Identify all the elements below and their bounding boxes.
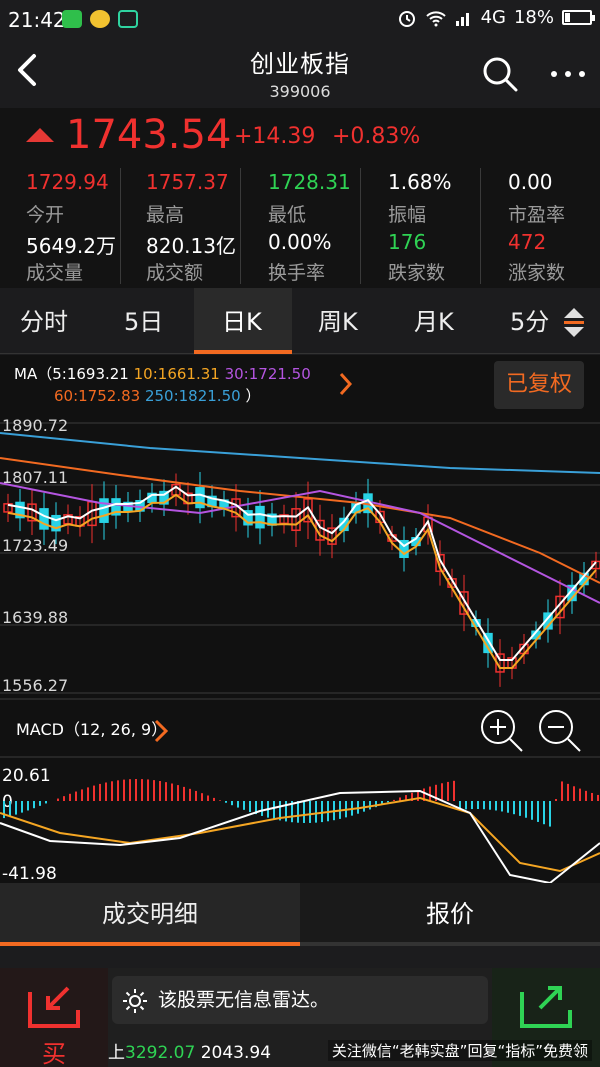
tab-daily-k[interactable]: 日K: [222, 302, 262, 337]
tab-monthly-k[interactable]: 月K: [414, 302, 454, 337]
search-icon[interactable]: [480, 54, 520, 94]
stat-value: 5649.2万: [26, 234, 116, 258]
stat-label: 跌家数: [388, 262, 446, 284]
tab-underline: [0, 942, 300, 946]
ma10-value: 10:1661.31: [133, 365, 220, 383]
sell-icon: [520, 986, 572, 1028]
watermark-text: 关注微信“老韩实盘”回复“指标”免费领: [327, 1040, 592, 1061]
network-type: 4G: [480, 7, 506, 28]
macd-axis-label: 20.61: [2, 766, 51, 786]
price-change: +14.39: [234, 124, 316, 149]
current-price: 1743.54: [66, 112, 232, 158]
tab-5min[interactable]: 5分: [510, 302, 549, 337]
zoom-in-icon: [490, 719, 523, 752]
stat-label: 今开: [26, 204, 65, 226]
battery-icon: [562, 10, 595, 25]
stat-label: 最低: [268, 204, 307, 226]
price-axis-label: 1723.49: [2, 536, 68, 555]
stat-value: 0.00: [508, 170, 553, 194]
detail-tabs: 成交明细 报价: [0, 883, 600, 949]
wechat-icon: [62, 10, 82, 28]
buy-icon: [28, 986, 80, 1028]
stat-value: 472: [508, 230, 547, 254]
kline-svg: 1890.72 1807.11 1723.49 1639.88 1556.27 MACD（…: [0, 416, 600, 883]
app-notification-icon: [90, 10, 110, 28]
ma60-value: 60:1752.83: [54, 387, 141, 405]
macd-axis-label: -41.98: [2, 864, 57, 883]
stat-label: 最高: [146, 204, 185, 226]
period-switch-icon[interactable]: [562, 306, 586, 338]
price-change-percent: +0.83%: [332, 124, 421, 149]
ticker-value: 2043.94: [200, 1043, 272, 1063]
stat-value: 1.68%: [388, 170, 452, 194]
kline-chart[interactable]: MA（5:1693.21 10:1661.31 30:1721.50 60:17…: [0, 355, 600, 883]
ma-prefix: MA（: [14, 365, 53, 383]
bottom-toolbar: 买 该股票无信息雷达。 上3292.07 2043.94 关注微信“老韩实盘”回…: [0, 968, 600, 1067]
up-arrow-icon: [26, 128, 54, 142]
tab-5day[interactable]: 5日: [124, 302, 163, 337]
radar-text: 该股票无信息雷达。: [158, 989, 330, 1011]
more-icon[interactable]: [548, 64, 588, 84]
ticker-value: 3292.07: [125, 1043, 196, 1063]
candle-body: [255, 505, 265, 529]
stat-label: 成交量: [26, 262, 84, 284]
price-axis-label: 1639.88: [2, 608, 68, 627]
ma-suffix: ）: [245, 387, 261, 405]
price-axis-label: 1807.11: [2, 468, 68, 487]
tab-quotes[interactable]: 报价: [300, 883, 600, 945]
price-axis-label: 1556.27: [2, 676, 68, 695]
stat-value: 1728.31: [268, 170, 351, 194]
ma-legend: MA（5:1693.21 10:1661.31 30:1721.50 60:17…: [14, 363, 311, 407]
stat-value: 1757.37: [146, 170, 229, 194]
zoom-out-icon: [548, 726, 581, 752]
buy-button[interactable]: 买: [0, 968, 108, 1067]
ma-expand-chevron-icon[interactable]: [338, 371, 354, 397]
price-axis-label: 1890.72: [2, 416, 68, 435]
alarm-icon: [398, 10, 415, 27]
status-time: 21:42: [8, 8, 66, 32]
stat-value: 820.13亿: [146, 234, 236, 258]
battery-percent: 18%: [513, 7, 554, 28]
adjusted-price-button[interactable]: 已复权: [494, 361, 584, 409]
stat-label: 涨家数: [508, 262, 566, 284]
stat-value: 176: [388, 230, 427, 254]
stat-label: 换手率: [268, 262, 326, 284]
period-tabs: 分时 5日 日K 周K 月K 5分: [0, 288, 600, 354]
wifi-icon: [425, 10, 446, 26]
ma5-value: 5:1693.21: [52, 365, 129, 383]
stat-label: 市盈率: [508, 204, 566, 226]
ma250-value: 250:1821.50: [144, 387, 241, 405]
stat-value: 1729.94: [26, 170, 109, 194]
stat-label: 成交额: [146, 262, 204, 284]
header: 创业板指 399006: [0, 38, 600, 108]
macd-dea-line: [0, 796, 600, 873]
ma30-line: [0, 482, 600, 604]
tab-intraday[interactable]: 分时: [20, 302, 68, 337]
macd-label: MACD（12, 26, 9）: [16, 720, 167, 739]
stat-label: 振幅: [388, 204, 427, 226]
sun-icon: [123, 989, 147, 1013]
info-radar-banner[interactable]: 该股票无信息雷达。: [112, 976, 488, 1024]
signal-icon: [455, 12, 469, 26]
tab-trade-details[interactable]: 成交明细: [0, 883, 300, 945]
scan-icon: [118, 10, 138, 28]
ma250-line: [0, 432, 600, 474]
tab-weekly-k[interactable]: 周K: [318, 302, 358, 337]
buy-label: 买: [42, 1040, 66, 1067]
app-root: 21:42 4G 18% 创业板指 399006 1743.54 +14.39 …: [0, 0, 600, 1067]
status-right: 4G 18%: [397, 7, 595, 28]
stat-value: 0.00%: [268, 230, 332, 254]
quote-panel: 1743.54 +14.39 +0.83% 1729.94 今开 1757.37…: [0, 108, 600, 288]
ma30-value: 30:1721.50: [224, 365, 311, 383]
status-bar: 21:42 4G 18%: [0, 0, 600, 38]
ticker-prefix: 上: [108, 1043, 125, 1063]
